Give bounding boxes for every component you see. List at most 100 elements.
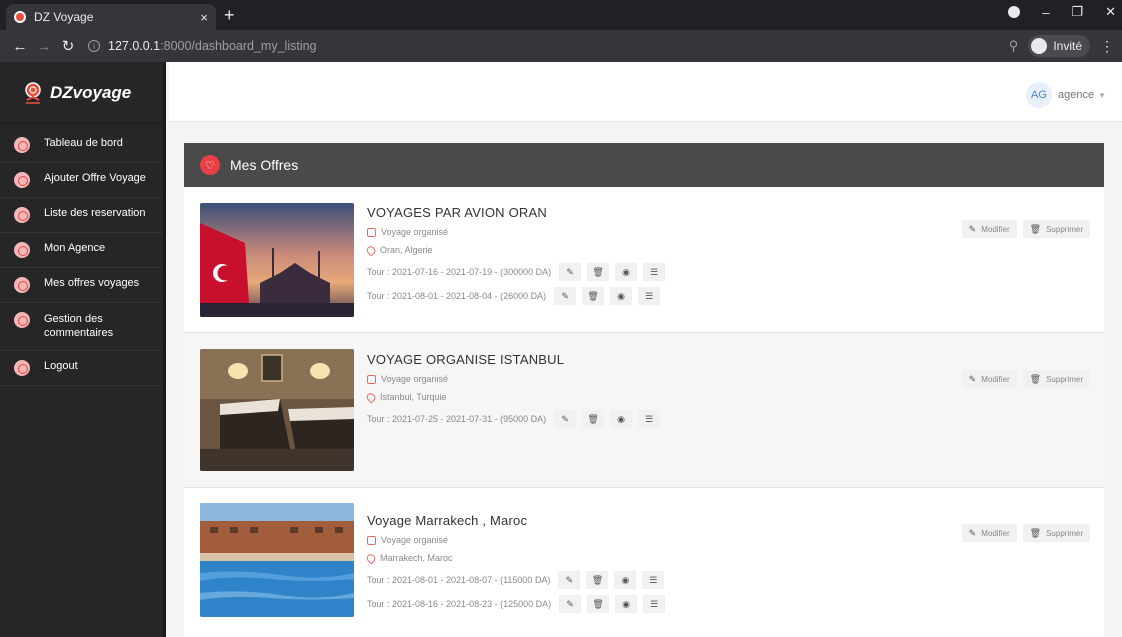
delete-tour-button[interactable]: 🗑 <box>582 410 605 428</box>
site-info-icon[interactable]: i <box>88 40 100 52</box>
sidebar-item-reservations[interactable]: Liste des reservation <box>0 198 163 233</box>
logo-icon <box>25 81 41 104</box>
back-icon[interactable]: ← <box>8 38 32 55</box>
top-header: AG agence ▼ <box>169 62 1122 122</box>
offer-actions: ✎ Modifier 🗑 Supprimer <box>961 370 1090 388</box>
offer-details: VOYAGE ORGANISE ISTANBUL Voyage organisé… <box>364 352 661 434</box>
edit-tour-button[interactable]: ✎ <box>559 595 582 613</box>
sidebar-item-my-offers[interactable]: Mes offres voyages <box>0 268 163 303</box>
url-path: :8000/dashboard_my_listing <box>160 39 317 53</box>
profile-avatar-icon <box>1031 38 1048 54</box>
delete-offer-button[interactable]: 🗑 Supprimer <box>1022 370 1090 388</box>
edit-tour-button[interactable]: ✎ <box>558 571 581 589</box>
delete-offer-button[interactable]: 🗑 Supprimer <box>1022 524 1090 542</box>
heart-icon <box>14 277 30 293</box>
tour-row: Tour : 2021-07-16 - 2021-07-19 - (300000… <box>367 263 666 281</box>
view-tour-button[interactable]: ◉ <box>615 595 638 613</box>
edit-tour-button[interactable]: ✎ <box>554 410 577 428</box>
pencil-icon: ✎ <box>968 527 977 538</box>
zoom-icon[interactable]: ⚲ <box>1009 38 1019 54</box>
url-host: 127.0.0.1 <box>108 39 161 53</box>
delete-tour-button[interactable]: 🗑 <box>586 571 609 589</box>
sidebar-item-label: Liste des reservation <box>44 207 146 219</box>
panel-header: ♡ Mes Offres <box>184 143 1104 187</box>
avatar: AG <box>1025 82 1052 108</box>
offers-panel: ♡ Mes Offres VOYAGES PAR AVION ORAN Voya… <box>184 143 1104 637</box>
offer-actions: ✎ Modifier 🗑 Supprimer <box>961 524 1090 542</box>
edit-offer-button[interactable]: ✎ Modifier <box>961 220 1017 238</box>
reload-icon[interactable]: ↻ <box>56 37 80 55</box>
sidebar-item-logout[interactable]: Logout <box>0 351 163 386</box>
browser-tab[interactable]: DZ Voyage × <box>6 4 216 30</box>
close-window-button[interactable]: ✕ <box>1105 4 1116 20</box>
offer-card: VOYAGES PAR AVION ORAN Voyage organisé O… <box>184 187 1104 333</box>
offer-card: Voyage Marrakech , Maroc Voyage organisé… <box>184 488 1104 637</box>
list-tour-button[interactable]: ☰ <box>638 287 661 305</box>
sidebar-item-agency[interactable]: Mon Agence <box>0 233 163 268</box>
url-field[interactable]: i 127.0.0.1:8000/dashboard_my_listing <box>88 34 1009 58</box>
sidebar-item-dashboard[interactable]: Tableau de bord <box>0 128 163 163</box>
list-tour-button[interactable]: ☰ <box>642 571 665 589</box>
sidebar-item-add-offer[interactable]: Ajouter Offre Voyage <box>0 163 163 198</box>
view-tour-button[interactable]: ◉ <box>615 263 638 281</box>
new-tab-button[interactable]: + <box>224 5 235 26</box>
delete-tour-button[interactable]: 🗑 <box>587 595 610 613</box>
profile-label: Invité <box>1053 39 1082 53</box>
maximize-button[interactable]: ❐ <box>1071 4 1083 20</box>
delete-offer-button[interactable]: 🗑 Supprimer <box>1022 220 1090 238</box>
offer-details: Voyage Marrakech , Maroc Voyage organisé… <box>364 513 666 619</box>
profile-button[interactable]: Invité <box>1028 35 1090 57</box>
edit-tour-button[interactable]: ✎ <box>554 287 577 305</box>
list-tour-button[interactable]: ☰ <box>638 410 661 428</box>
list-tour-button[interactable]: ☰ <box>643 263 666 281</box>
edit-offer-button[interactable]: ✎ Modifier <box>961 524 1017 542</box>
sidebar-item-label: Tableau de bord <box>44 137 123 149</box>
delete-tour-button[interactable]: 🗑 <box>582 287 605 305</box>
offer-card: VOYAGE ORGANISE ISTANBUL Voyage organisé… <box>184 333 1104 488</box>
tab-close-icon[interactable]: × <box>200 10 208 25</box>
trash-icon: 🗑 <box>1029 373 1042 384</box>
location-text: Oran, Algerie <box>380 245 433 255</box>
edit-label: Modifier <box>981 374 1010 384</box>
logout-icon <box>14 360 30 376</box>
offer-title[interactable]: VOYAGE ORGANISE ISTANBUL <box>367 352 660 367</box>
forward-icon[interactable]: → <box>32 38 56 55</box>
download-icon[interactable] <box>1008 6 1021 18</box>
favicon-icon <box>14 11 26 23</box>
brand-name: DZvoyage <box>50 82 132 102</box>
tour-row: Tour : 2021-08-01 - 2021-08-04 - (26000 … <box>367 287 665 305</box>
tab-title: DZ Voyage <box>34 10 94 24</box>
sidebar-item-label: Mes offres voyages <box>44 277 140 289</box>
delete-label: Supprimer <box>1046 528 1083 538</box>
edit-offer-button[interactable]: ✎ Modifier <box>961 370 1017 388</box>
tour-row: Tour : 2021-08-01 - 2021-08-07 - (115000… <box>367 571 665 589</box>
view-tour-button[interactable]: ◉ <box>610 410 633 428</box>
edit-tour-button[interactable]: ✎ <box>559 263 582 281</box>
address-bar: ← → ↻ i 127.0.0.1:8000/dashboard_my_list… <box>0 30 1122 62</box>
offer-category: Voyage organisé <box>367 374 660 384</box>
offer-image <box>200 349 354 471</box>
minimize-button[interactable]: – <box>1042 5 1049 20</box>
user-icon <box>14 242 30 258</box>
browser-tab-bar: DZ Voyage × + – ❐ ✕ <box>0 0 1122 30</box>
offer-title[interactable]: VOYAGES PAR AVION ORAN <box>367 205 665 220</box>
offer-title[interactable]: Voyage Marrakech , Maroc <box>367 513 665 528</box>
offer-location: Istanbul, Turquie <box>364 390 660 404</box>
browser-menu-icon[interactable]: ⋮ <box>1100 38 1114 55</box>
sidebar: DZvoyage Tableau de bord Ajouter Offre V… <box>0 62 166 637</box>
dashboard-icon <box>14 137 30 153</box>
delete-tour-button[interactable]: 🗑 <box>587 263 610 281</box>
sidebar-item-comments[interactable]: Gestion des commentaires <box>0 303 163 351</box>
category-icon <box>367 374 376 384</box>
category-text: Voyage organisé <box>381 227 449 237</box>
tour-text: Tour : 2021-08-01 - 2021-08-07 - (115000… <box>367 575 551 585</box>
view-tour-button[interactable]: ◉ <box>614 571 637 589</box>
list-tour-button[interactable]: ☰ <box>643 595 666 613</box>
brand-logo[interactable]: DZvoyage <box>0 62 163 124</box>
category-icon <box>367 535 376 545</box>
edit-label: Modifier <box>981 528 1010 538</box>
comment-icon <box>14 312 30 328</box>
calendar-icon <box>14 207 30 223</box>
view-tour-button[interactable]: ◉ <box>610 287 633 305</box>
user-menu[interactable]: AG agence ▼ <box>1025 82 1106 108</box>
